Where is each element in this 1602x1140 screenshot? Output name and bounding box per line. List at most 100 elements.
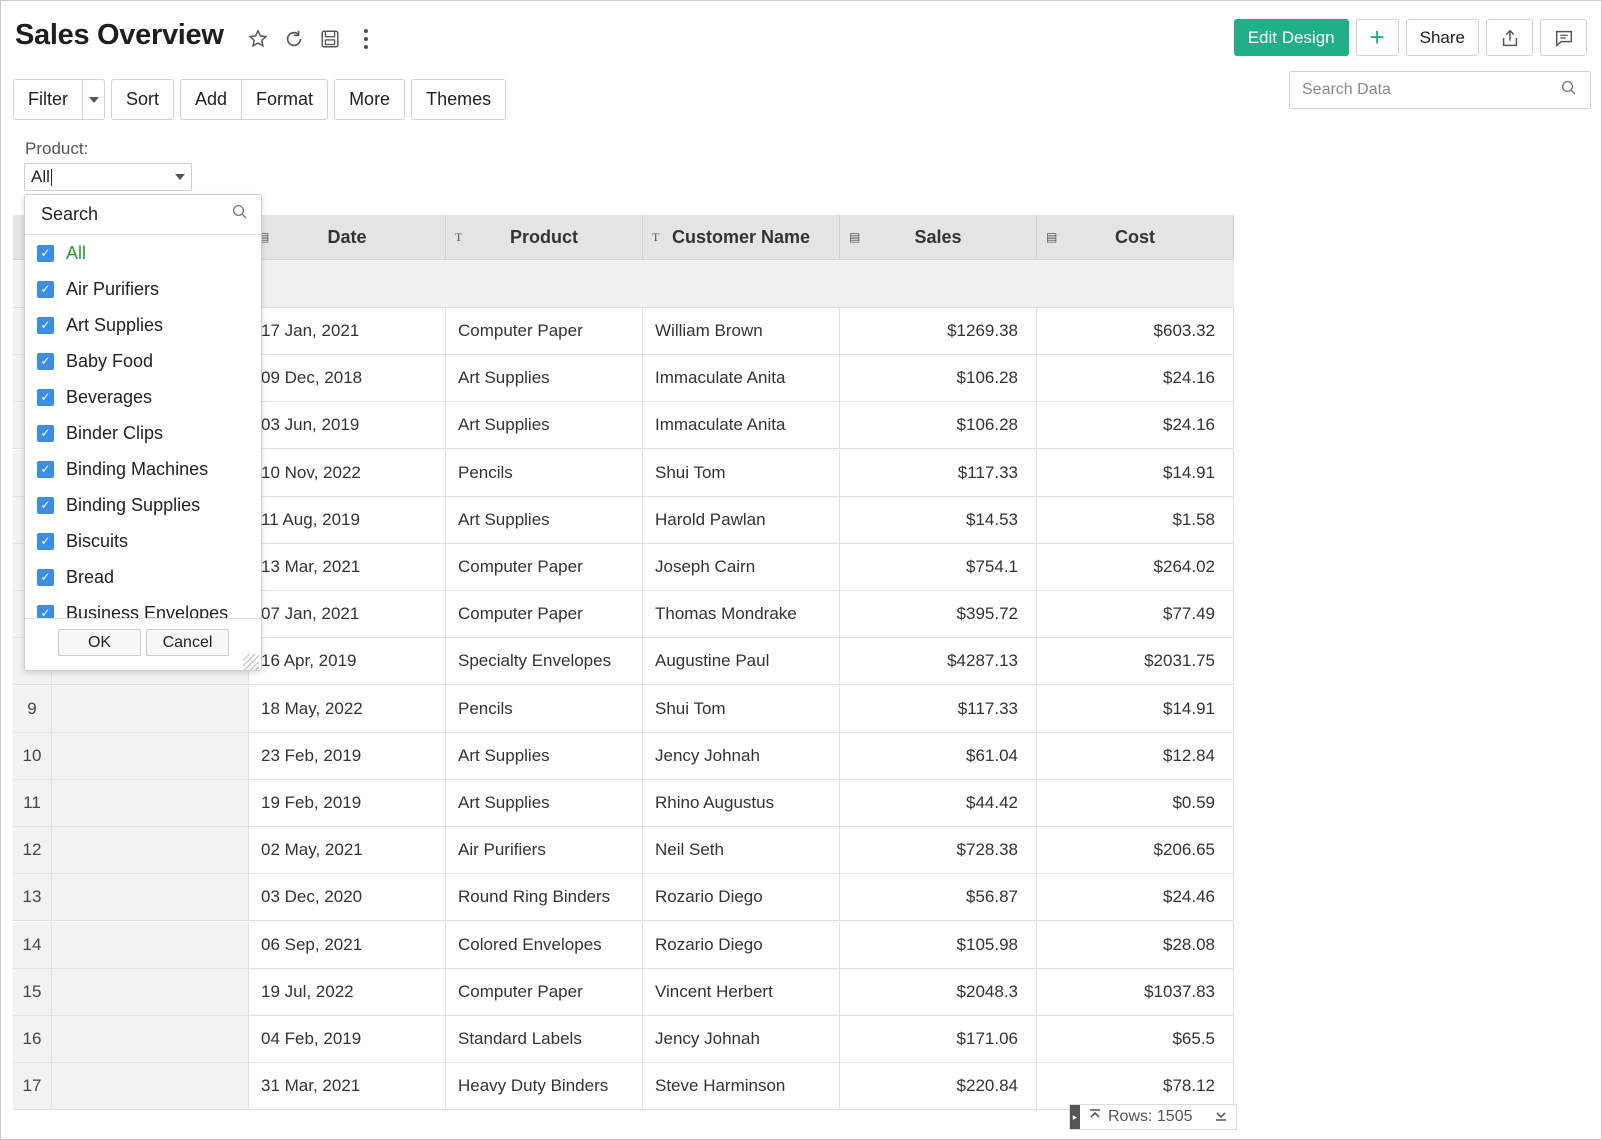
checkbox-checked-icon[interactable]: ✓ <box>37 460 54 478</box>
column-header-product[interactable]: T Product <box>446 215 643 259</box>
row-index: 10 <box>13 732 52 779</box>
column-header-sales[interactable]: ▤ Sales <box>840 215 1037 259</box>
table-row[interactable]: 15 19 Jul, 2022 Computer Paper Vincent Herb… <box>13 968 1234 1016</box>
share-button[interactable]: Share <box>1405 19 1479 56</box>
product-cell: Art Supplies <box>446 732 643 779</box>
customer-cell: William Brown <box>643 308 840 354</box>
customer-cell: Immaculate Anita <box>643 402 840 449</box>
checkbox-checked-icon[interactable]: ✓ <box>37 568 54 586</box>
date-cell: 31 Mar, 2021 <box>249 1063 446 1110</box>
app-frame: Sales Overview Edit Design + Share Searc… <box>0 0 1602 1140</box>
dropdown-option[interactable]: ✓ Bread <box>25 559 261 595</box>
collapse-handle-icon[interactable]: ▸ <box>1070 1105 1080 1129</box>
dropdown-option[interactable]: ✓ Art Supplies <box>25 307 261 343</box>
dropdown-option-label: Binder Clips <box>66 422 164 443</box>
dropdown-option[interactable]: ✓ Binder Clips <box>25 415 261 451</box>
dropdown-option[interactable]: ✓ Binding Machines <box>25 451 261 487</box>
dropdown-option-label: Art Supplies <box>66 314 164 335</box>
checkbox-checked-icon[interactable]: ✓ <box>37 280 54 298</box>
dropdown-option[interactable]: ✓ All <box>25 235 261 271</box>
add-button[interactable]: + <box>1355 19 1399 56</box>
product-filter-select[interactable]: All <box>24 163 192 191</box>
checkbox-checked-icon[interactable]: ✓ <box>37 496 54 514</box>
column-header-cost[interactable]: ▤ Cost <box>1037 215 1234 259</box>
cancel-button[interactable]: Cancel <box>146 629 229 656</box>
customer-cell: Shui Tom <box>643 685 840 732</box>
sales-cell: $56.87 <box>840 874 1037 921</box>
themes-button[interactable]: Themes <box>412 80 505 119</box>
row-blank-cell <box>52 732 249 779</box>
dropdown-option[interactable]: ✓ Baby Food <box>25 343 261 379</box>
search-icon[interactable] <box>1560 79 1578 102</box>
row-blank-cell <box>52 1063 249 1110</box>
resize-handle-icon[interactable] <box>243 654 259 670</box>
rows-count-bar: ▸ Rows: 1505 <box>1069 1104 1237 1130</box>
dropdown-search-field[interactable]: Search <box>25 195 261 235</box>
dropdown-option[interactable]: ✓ Beverages <box>25 379 261 415</box>
product-cell: Standard Labels <box>446 1016 643 1062</box>
row-blank-cell <box>52 685 249 732</box>
more-button[interactable]: More <box>335 80 404 119</box>
scroll-top-icon[interactable] <box>1088 1108 1102 1127</box>
column-header-customer-name[interactable]: T Customer Name <box>643 215 840 259</box>
table-row[interactable]: 11 19 Feb, 2019 Art Supplies Rhino Augustus… <box>13 780 1234 827</box>
edit-design-button[interactable]: Edit Design <box>1233 19 1349 56</box>
product-filter-label: Product: <box>25 139 89 158</box>
checkbox-checked-icon[interactable]: ✓ <box>37 388 54 406</box>
sales-cell: $14.53 <box>840 496 1037 543</box>
sales-cell: $728.38 <box>840 827 1037 874</box>
product-filter-value: All <box>31 167 50 186</box>
checkbox-checked-icon[interactable]: ✓ <box>37 532 54 550</box>
table-row[interactable]: 9 18 May, 2022 Pencils Shui Tom $117.33 $14.9… <box>13 685 1234 733</box>
format-button[interactable]: Format <box>241 80 327 119</box>
currency-type-icon: ▤ <box>1046 230 1058 244</box>
checkbox-checked-icon[interactable]: ✓ <box>37 352 54 370</box>
row-index: 11 <box>13 780 52 826</box>
column-header-date[interactable]: ▤ Date <box>249 215 446 259</box>
table-row[interactable]: 17 31 Mar, 2021 Heavy Duty Binders Steve Ha… <box>13 1063 1234 1111</box>
star-icon[interactable] <box>247 27 269 51</box>
dropdown-option[interactable]: ✓ Binding Supplies <box>25 487 261 523</box>
customer-cell: Jency Johnah <box>643 732 840 779</box>
row-index: 12 <box>13 827 52 874</box>
cost-cell: $206.65 <box>1037 827 1234 874</box>
cost-cell: $78.12 <box>1037 1063 1234 1110</box>
filter-button[interactable]: Filter <box>14 80 82 119</box>
table-row[interactable]: 10 23 Feb, 2019 Art Supplies Jency Johnah $6… <box>13 732 1234 780</box>
cost-cell: $1.58 <box>1037 496 1234 543</box>
dropdown-option[interactable]: ✓ Air Purifiers <box>25 271 261 307</box>
save-icon[interactable] <box>319 27 341 51</box>
search-data-input[interactable] <box>1302 81 1560 99</box>
sales-cell: $105.98 <box>840 921 1037 968</box>
cost-cell: $24.16 <box>1037 402 1234 449</box>
ok-button[interactable]: OK <box>58 629 141 656</box>
dropdown-option[interactable]: ✓ Biscuits <box>25 523 261 559</box>
add-menu-button[interactable]: Add <box>181 80 241 119</box>
report-toolbar: Filter Sort Add Format More Themes <box>13 79 507 120</box>
date-cell: 23 Feb, 2019 <box>249 732 446 779</box>
date-cell: 03 Dec, 2020 <box>249 874 446 921</box>
refresh-icon[interactable] <box>283 27 305 51</box>
customer-cell: Augustine Paul <box>643 638 840 685</box>
table-row[interactable]: 12 02 May, 2021 Air Purifiers Neil Seth $728… <box>13 827 1234 875</box>
checkbox-checked-icon[interactable]: ✓ <box>37 316 54 334</box>
checkbox-checked-icon[interactable]: ✓ <box>37 424 54 442</box>
dropdown-option-label: Binding Supplies <box>66 494 201 515</box>
more-vertical-icon[interactable] <box>355 27 377 51</box>
date-cell: 06 Sep, 2021 <box>249 921 446 968</box>
column-label: Sales <box>914 226 962 247</box>
table-row[interactable]: 13 03 Dec, 2020 Round Ring Binders Rozario … <box>13 874 1234 922</box>
filter-dropdown-toggle[interactable] <box>82 80 104 119</box>
export-icon[interactable] <box>1486 19 1533 56</box>
rows-count-label: Rows: 1505 <box>1108 1108 1193 1125</box>
row-index: 9 <box>13 685 52 732</box>
sort-button[interactable]: Sort <box>112 80 173 119</box>
table-row[interactable]: 14 06 Sep, 2021 Colored Envelopes Rozario D… <box>13 921 1234 969</box>
row-blank-cell <box>52 780 249 826</box>
scroll-bottom-icon[interactable] <box>1214 1108 1228 1127</box>
comment-icon[interactable] <box>1540 19 1587 56</box>
top-actions: Edit Design + Share <box>1233 19 1587 56</box>
checkbox-checked-icon[interactable]: ✓ <box>37 244 54 262</box>
table-row[interactable]: 16 04 Feb, 2019 Standard Labels Jency Johna… <box>13 1016 1234 1063</box>
dropdown-footer: OK Cancel <box>25 618 261 670</box>
